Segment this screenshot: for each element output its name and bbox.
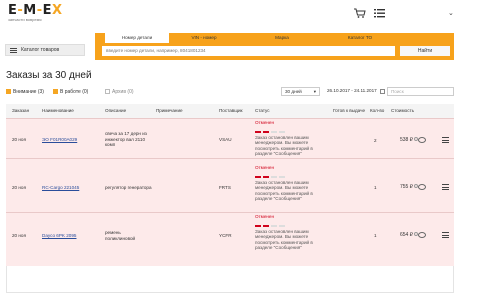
filter-in-progress[interactable]: В работе (0)	[53, 89, 88, 95]
price: 538 ₽	[400, 137, 418, 143]
date-range[interactable]: 26.10.2017 - 24.11.2017	[324, 87, 378, 96]
part-link[interactable]: RC-Cargo 221045	[42, 185, 79, 191]
price: 654 ₽	[400, 232, 418, 238]
tab-vin[interactable]: VIN - номер	[172, 33, 236, 43]
status-progress	[255, 129, 313, 133]
order-date: 20 ноя	[12, 185, 26, 190]
status-text: Заказ остановлен вашим менеджером. Вы мо…	[255, 228, 313, 251]
part-link[interactable]: ЭО F01R00A029	[42, 137, 77, 143]
status-label: Отменен	[255, 120, 275, 125]
status-text: Заказ остановлен вашим менеджером. Вы мо…	[255, 134, 313, 157]
page-title: Заказы за 30 дней	[6, 70, 92, 81]
supplier: VSAU	[219, 137, 232, 142]
column-header: Кол-во	[370, 108, 385, 113]
column-header: Готов к выдаче	[333, 108, 366, 113]
logo-letter: E	[8, 3, 18, 18]
hamburger-icon	[10, 48, 17, 53]
comment-icon[interactable]	[418, 232, 426, 238]
checkbox[interactable]	[53, 89, 58, 94]
logo-letter: E	[42, 3, 53, 18]
logo-letter: M	[23, 3, 37, 18]
column-header: Примечание	[156, 108, 183, 113]
logo-letter: X	[52, 3, 63, 18]
price-value: 755 ₽	[400, 184, 413, 190]
supplier: YCFR	[219, 233, 232, 238]
tab-part-number[interactable]: Номер детали	[105, 33, 169, 43]
column-header: Стоимость	[391, 108, 414, 113]
part-description: свеча за 17 дерн из инжектор вал 2110 ко…	[105, 131, 147, 148]
column-header: Заказан	[12, 108, 30, 113]
filter-label: Архив	[112, 89, 127, 95]
orders-search-input[interactable]: Поиск	[387, 87, 454, 96]
period-select[interactable]: 30 дней ▾	[281, 87, 320, 96]
status-label: Отменен	[255, 214, 275, 219]
status-label: Отменен	[255, 165, 275, 170]
cart-icon[interactable]	[354, 8, 366, 18]
comment-icon[interactable]	[418, 137, 426, 143]
column-header: Поставщик	[219, 108, 243, 113]
chevron-down-icon: ▾	[313, 89, 316, 94]
tagline: запчасти вовремя	[8, 17, 42, 22]
order-status: Отменен Заказ остановлен вашим менеджеро…	[255, 214, 313, 251]
price: 755 ₽	[400, 184, 418, 190]
order-date: 20 ноя	[12, 137, 26, 142]
filter-label: В работе	[60, 89, 81, 95]
status-progress	[255, 223, 313, 227]
column-header: Статус	[255, 108, 270, 113]
logo[interactable]: E‑M‑EX	[8, 3, 63, 18]
filter-count: (0)	[127, 89, 134, 95]
filter-archive[interactable]: Архив (0)	[105, 89, 134, 95]
catalog-button-label: Каталог товаров	[21, 47, 60, 53]
catalog-button[interactable]: Каталог товаров	[5, 44, 85, 56]
checkbox[interactable]	[105, 89, 110, 94]
order-status: Отменен Заказ остановлен вашим менеджеро…	[255, 165, 313, 202]
column-header: Описание	[105, 108, 127, 113]
find-button[interactable]: Найти	[400, 46, 450, 56]
orders-list-icon[interactable]	[374, 8, 385, 18]
table-row[interactable]	[6, 212, 454, 266]
column-header: Наименование	[42, 108, 74, 113]
row-menu-icon[interactable]	[442, 184, 449, 190]
quantity: 1	[374, 185, 377, 190]
status-text: Заказ остановлен вашим менеджером. Вы мо…	[255, 179, 313, 202]
part-description: ремень поликлиновой	[105, 230, 136, 241]
order-status: Отменен Заказ остановлен вашим менеджеро…	[255, 120, 313, 157]
calendar-icon[interactable]	[380, 89, 385, 94]
filter-count: (0)	[82, 89, 89, 95]
comment-icon[interactable]	[418, 184, 426, 190]
filter-attention[interactable]: Внимание (3)	[6, 89, 44, 95]
supplier: FRTS	[219, 185, 231, 190]
tab-maintenance-catalog[interactable]: Каталог ТО	[328, 33, 392, 43]
quantity: 2	[374, 138, 377, 143]
price-value: 538 ₽	[400, 137, 413, 143]
part-link[interactable]: Dayco 6PK 2095	[42, 233, 76, 239]
price-value: 654 ₽	[400, 232, 413, 238]
filter-label: Внимание	[13, 89, 37, 95]
top-bar: E‑M‑EX запчасти вовремя ⌄	[0, 0, 480, 30]
part-search-input[interactable]	[102, 46, 395, 56]
status-progress	[255, 174, 313, 178]
row-menu-icon[interactable]	[442, 232, 449, 238]
tab-brand[interactable]: Марка	[250, 33, 314, 43]
filter-count: (3)	[37, 89, 44, 95]
quantity: 1	[374, 233, 377, 238]
row-menu-icon[interactable]	[442, 137, 449, 143]
checkbox[interactable]	[6, 89, 11, 94]
period-select-value: 30 дней	[285, 89, 302, 94]
order-date: 20 ноя	[12, 233, 26, 238]
part-description: регулятор генератора	[105, 185, 152, 190]
chevron-down-icon[interactable]: ⌄	[448, 9, 454, 17]
